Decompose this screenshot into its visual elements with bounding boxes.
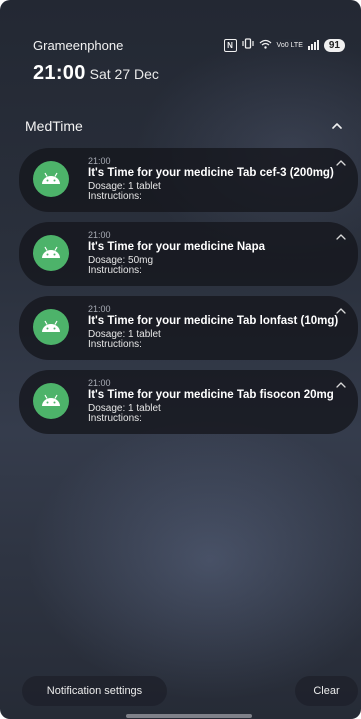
chevron-up-icon[interactable] bbox=[334, 304, 348, 316]
wifi-icon bbox=[259, 39, 272, 52]
notification-time: 21:00 bbox=[88, 378, 111, 388]
android-app-icon bbox=[33, 309, 69, 345]
lte-icon: Vo0 LTE bbox=[276, 41, 303, 49]
android-app-icon bbox=[33, 161, 69, 197]
chevron-up-icon[interactable] bbox=[334, 378, 348, 390]
notification-instructions: Instructions: bbox=[88, 265, 142, 276]
notification-card[interactable]: 21:00 It's Time for your medicine Tab fi… bbox=[19, 370, 358, 434]
notification-title: It's Time for your medicine Tab fisocon … bbox=[88, 389, 334, 401]
vibrate-icon bbox=[241, 38, 254, 52]
notification-card[interactable]: 21:00 It's Time for your medicine Tab lo… bbox=[19, 296, 358, 360]
notification-instructions: Instructions: bbox=[88, 339, 142, 350]
group-app-name: MedTime bbox=[25, 118, 83, 134]
chevron-up-icon[interactable] bbox=[334, 156, 348, 168]
notification-time: 21:00 bbox=[88, 230, 111, 240]
android-app-icon bbox=[33, 383, 69, 419]
notification-card[interactable]: 21:00 It's Time for your medicine Napa D… bbox=[19, 222, 358, 286]
notification-shade: Grameenphone N Vo0 LTE 91 21:00 Sat 27 D… bbox=[0, 0, 361, 719]
notification-time: 21:00 bbox=[88, 304, 111, 314]
status-icons: N Vo0 LTE 91 bbox=[223, 36, 345, 54]
clock-time: 21:00 bbox=[33, 62, 86, 84]
notification-title: It's Time for your medicine Tab lonfast … bbox=[88, 315, 339, 327]
chevron-up-icon[interactable] bbox=[329, 118, 345, 134]
signal-icon bbox=[307, 40, 319, 50]
notification-card[interactable]: 21:00 It's Time for your medicine Tab ce… bbox=[19, 148, 358, 212]
carrier-name: Grameenphone bbox=[33, 38, 124, 53]
notification-instructions: Instructions: bbox=[88, 413, 142, 424]
notification-settings-button[interactable]: Notification settings bbox=[22, 676, 167, 706]
status-bar bbox=[0, 0, 361, 36]
clear-button[interactable]: Clear bbox=[295, 676, 358, 706]
notification-group-header[interactable]: MedTime bbox=[25, 118, 345, 140]
battery-icon: 91 bbox=[323, 38, 345, 52]
notification-title: It's Time for your medicine Napa bbox=[88, 241, 265, 253]
nfc-icon: N bbox=[223, 38, 237, 52]
clock-date[interactable]: 21:00 Sat 27 Dec bbox=[33, 62, 159, 85]
notification-title: It's Time for your medicine Tab cef-3 (2… bbox=[88, 167, 334, 179]
android-app-icon bbox=[33, 235, 69, 271]
notification-time: 21:00 bbox=[88, 156, 111, 166]
clock-date-label: Sat 27 Dec bbox=[89, 66, 159, 82]
chevron-up-icon[interactable] bbox=[334, 230, 348, 242]
home-indicator[interactable] bbox=[126, 714, 252, 718]
notification-instructions: Instructions: bbox=[88, 191, 142, 202]
